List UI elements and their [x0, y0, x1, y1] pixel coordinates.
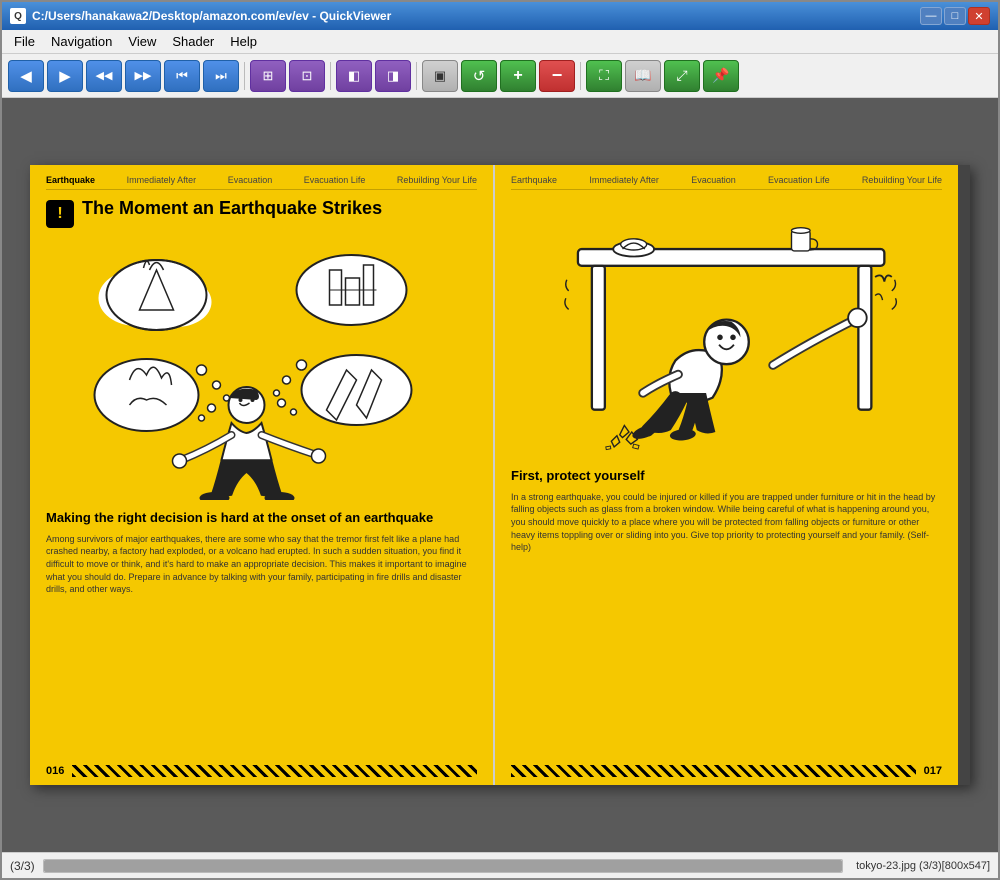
right-tab-evacuation-life: Evacuation Life: [768, 175, 830, 185]
right-page-number: 017: [924, 765, 942, 777]
right-tab-immediately: Immediately After: [589, 175, 659, 185]
menu-help[interactable]: Help: [222, 32, 265, 51]
zoom-in-button[interactable]: +: [500, 60, 536, 92]
right-page-button[interactable]: ◨: [375, 60, 411, 92]
prev-button[interactable]: ◀: [8, 60, 44, 92]
progress-bar-fill: [44, 860, 842, 872]
right-illustration-area: [511, 198, 942, 458]
book-mode-button[interactable]: 📖: [625, 60, 661, 92]
left-caption: Making the right decision is hard at the…: [46, 510, 477, 596]
menu-bar: File Navigation View Shader Help: [2, 30, 998, 54]
nav-tab-evacuation[interactable]: Evacuation: [228, 175, 273, 185]
fullscreen-button[interactable]: ⛶: [586, 60, 622, 92]
nav-tabs: Earthquake Immediately After Evacuation …: [46, 175, 477, 190]
separator-3: [416, 62, 417, 90]
page-title: The Moment an Earthquake Strikes: [82, 198, 382, 220]
menu-navigation[interactable]: Navigation: [43, 32, 120, 51]
fast-prev-button[interactable]: ◀◀: [86, 60, 122, 92]
warning-icon: !: [46, 200, 74, 228]
right-page-number-area: 017: [511, 765, 942, 777]
title-controls: — □ ✕: [920, 7, 990, 25]
app-icon: Q: [10, 8, 26, 24]
status-bar: (3/3) tokyo-23.jpg (3/3)[800x547]: [2, 852, 998, 878]
nav-tab-evacuation-life[interactable]: Evacuation Life: [304, 175, 366, 185]
menu-view[interactable]: View: [120, 32, 164, 51]
nav-tab-immediately[interactable]: Immediately After: [127, 175, 197, 185]
right-illustration-svg: [511, 198, 942, 458]
page-container: Earthquake Immediately After Evacuation …: [30, 165, 970, 785]
right-tab-earthquake: Earthquake: [511, 175, 557, 185]
refresh-button[interactable]: ↺: [461, 60, 497, 92]
main-window: Q C:/Users/hanakawa2/Desktop/amazon.com/…: [0, 0, 1000, 880]
left-illustration-svg: [46, 240, 477, 500]
progress-bar-container[interactable]: [43, 859, 843, 873]
left-caption-title: Making the right decision is hard at the…: [46, 510, 477, 527]
page-title-section: ! The Moment an Earthquake Strikes: [46, 198, 477, 228]
nav-tab-rebuilding[interactable]: Rebuilding Your Life: [397, 175, 477, 185]
window-title: C:/Users/hanakawa2/Desktop/amazon.com/ev…: [32, 9, 391, 23]
fast-next-button[interactable]: ▶▶: [125, 60, 161, 92]
menu-file[interactable]: File: [6, 32, 43, 51]
left-page: Earthquake Immediately After Evacuation …: [30, 165, 495, 785]
right-caption-title: First, protect yourself: [511, 468, 942, 485]
pin-button[interactable]: 📌: [703, 60, 739, 92]
nav-tab-earthquake[interactable]: Earthquake: [46, 175, 95, 185]
zoom-out-button[interactable]: −: [539, 60, 575, 92]
title-bar-left: Q C:/Users/hanakawa2/Desktop/amazon.com/…: [10, 8, 391, 24]
left-illustration-area: [46, 240, 477, 500]
maximize-button[interactable]: □: [944, 7, 966, 25]
left-page-number: 016: [46, 765, 64, 777]
title-bar: Q C:/Users/hanakawa2/Desktop/amazon.com/…: [2, 2, 998, 30]
menu-shader[interactable]: Shader: [164, 32, 222, 51]
separator-1: [244, 62, 245, 90]
right-tab-evacuation: Evacuation: [691, 175, 736, 185]
left-page-number-area: 016: [46, 765, 477, 777]
left-caption-text: Among survivors of major earthquakes, th…: [46, 533, 477, 596]
right-page: Earthquake Immediately After Evacuation …: [495, 165, 958, 785]
status-left: (3/3): [10, 859, 848, 873]
right-caption-text: In a strong earthquake, you could be inj…: [511, 491, 942, 554]
separator-2: [330, 62, 331, 90]
fit-window-button[interactable]: ⊡: [289, 60, 325, 92]
right-caption: First, protect yourself In a strong eart…: [511, 468, 942, 554]
file-info: tokyo-23.jpg (3/3)[800x547]: [856, 860, 990, 872]
first-button[interactable]: ⏮: [164, 60, 200, 92]
right-page-stripe: [511, 765, 916, 777]
page-right-edge: [958, 165, 970, 785]
minimize-button[interactable]: —: [920, 7, 942, 25]
close-button[interactable]: ✕: [968, 7, 990, 25]
fit-all-button[interactable]: ⤢: [664, 60, 700, 92]
right-tab-rebuilding: Rebuilding Your Life: [862, 175, 942, 185]
left-page-stripe: [72, 765, 477, 777]
play-button[interactable]: ▶: [47, 60, 83, 92]
content-area: Earthquake Immediately After Evacuation …: [2, 98, 998, 852]
fit-width-button[interactable]: ⊞: [250, 60, 286, 92]
toolbar: ◀ ▶ ◀◀ ▶▶ ⏮ ⏭ ⊞ ⊡ ◧ ◨ ▣ ↺ + − ⛶ 📖 ⤢ 📌: [2, 54, 998, 98]
last-button[interactable]: ⏭: [203, 60, 239, 92]
right-nav-tabs: Earthquake Immediately After Evacuation …: [511, 175, 942, 190]
separator-4: [580, 62, 581, 90]
spread-button[interactable]: ▣: [422, 60, 458, 92]
left-page-button[interactable]: ◧: [336, 60, 372, 92]
page-indicator: (3/3): [10, 859, 35, 873]
